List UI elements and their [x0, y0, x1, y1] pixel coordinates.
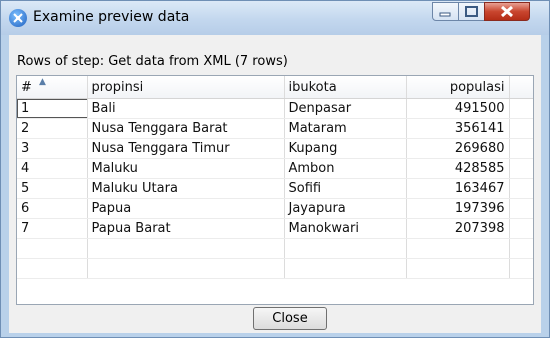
- close-button[interactable]: Close: [253, 307, 327, 330]
- dialog-window: Examine preview data Rows of step: Get d…: [0, 0, 550, 338]
- table-row[interactable]: 5 Maluku Utara Sofifi 163467: [17, 178, 533, 199]
- cell-propinsi[interactable]: Papua: [87, 198, 285, 219]
- cell-number[interactable]: 3: [17, 138, 88, 159]
- cell-populasi[interactable]: 356141: [406, 118, 510, 139]
- dialog-content: Rows of step: Get data from XML (7 rows)…: [9, 35, 541, 333]
- cell-populasi[interactable]: 428585: [406, 158, 510, 179]
- column-header-ibukota[interactable]: ibukota: [284, 76, 407, 99]
- cell-ibukota[interactable]: Kupang: [284, 138, 407, 159]
- minimize-icon: [439, 12, 451, 17]
- cell-empty: [509, 138, 533, 159]
- cell-ibukota[interactable]: Mataram: [284, 118, 407, 139]
- cell-populasi[interactable]: 491500: [406, 98, 510, 119]
- empty-row: [17, 258, 533, 279]
- sort-ascending-icon: ▲: [39, 77, 46, 87]
- cell-number[interactable]: 2: [17, 118, 88, 139]
- cell-number[interactable]: 7: [17, 218, 88, 239]
- cell-propinsi[interactable]: Nusa Tenggara Timur: [87, 138, 285, 159]
- cell-propinsi[interactable]: Bali: [87, 98, 285, 119]
- header-row: # ▲ propinsi ibukota populasi: [17, 76, 533, 99]
- cell-number[interactable]: 1: [17, 98, 88, 119]
- cell-populasi[interactable]: 207398: [406, 218, 510, 239]
- column-header-populasi[interactable]: populasi: [406, 76, 510, 99]
- empty-row: [17, 238, 533, 259]
- cell-empty: [509, 218, 533, 239]
- close-button-label: Close: [272, 311, 308, 326]
- cell-empty: [509, 198, 533, 219]
- table-row[interactable]: 3 Nusa Tenggara Timur Kupang 269680: [17, 138, 533, 159]
- cell-populasi[interactable]: 163467: [406, 178, 510, 199]
- close-window-button[interactable]: [484, 2, 530, 21]
- table-row[interactable]: 7 Papua Barat Manokwari 207398: [17, 218, 533, 239]
- rows-caption: Rows of step: Get data from XML (7 rows): [17, 54, 288, 69]
- cell-empty: [509, 158, 533, 179]
- cell-propinsi[interactable]: Nusa Tenggara Barat: [87, 118, 285, 139]
- close-icon: [500, 5, 514, 18]
- cell-propinsi[interactable]: Papua Barat: [87, 218, 285, 239]
- table-row[interactable]: 2 Nusa Tenggara Barat Mataram 356141: [17, 118, 533, 139]
- cell-populasi[interactable]: 269680: [406, 138, 510, 159]
- cell-ibukota[interactable]: Manokwari: [284, 218, 407, 239]
- column-header-empty: [509, 76, 533, 99]
- cell-empty: [509, 118, 533, 139]
- cell-propinsi[interactable]: Maluku: [87, 158, 285, 179]
- column-header-label: #: [21, 79, 32, 95]
- cell-ibukota[interactable]: Jayapura: [284, 198, 407, 219]
- app-icon: [9, 9, 27, 27]
- table-row[interactable]: 4 Maluku Ambon 428585: [17, 158, 533, 179]
- cell-number[interactable]: 5: [17, 178, 88, 199]
- table-row[interactable]: 6 Papua Jayapura 197396: [17, 198, 533, 219]
- cell-propinsi[interactable]: Maluku Utara: [87, 178, 285, 199]
- minimize-button[interactable]: [432, 2, 459, 21]
- maximize-icon: [465, 6, 478, 17]
- preview-table[interactable]: # ▲ propinsi ibukota populasi 1 Bali Den…: [16, 75, 534, 305]
- cell-ibukota[interactable]: Sofifi: [284, 178, 407, 199]
- maximize-button[interactable]: [458, 2, 485, 21]
- cell-empty: [509, 178, 533, 199]
- cell-number[interactable]: 4: [17, 158, 88, 179]
- cell-ibukota[interactable]: Denpasar: [284, 98, 407, 119]
- cell-populasi[interactable]: 197396: [406, 198, 510, 219]
- column-header-propinsi[interactable]: propinsi: [87, 76, 285, 99]
- table-row[interactable]: 1 Bali Denpasar 491500: [17, 98, 533, 119]
- cell-ibukota[interactable]: Ambon: [284, 158, 407, 179]
- column-header-number[interactable]: # ▲: [17, 76, 88, 99]
- cell-number[interactable]: 6: [17, 198, 88, 219]
- cell-empty: [509, 98, 533, 119]
- window-title: Examine preview data: [33, 9, 190, 25]
- title-bar[interactable]: Examine preview data: [1, 1, 549, 35]
